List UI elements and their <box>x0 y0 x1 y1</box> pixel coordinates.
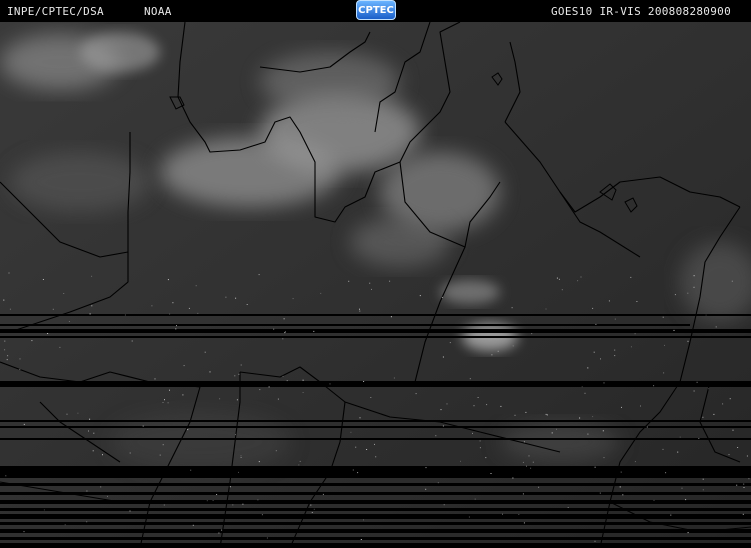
satellite-map <box>0 22 751 548</box>
image-header: INPE/CPTEC/DSA NOAA CPTEC GOES10 IR-VIS … <box>0 0 751 22</box>
cptec-logo: CPTEC <box>356 0 396 20</box>
organization-label: INPE/CPTEC/DSA <box>7 5 104 18</box>
agency-label: NOAA <box>144 5 172 18</box>
satellite-info-label: GOES10 IR-VIS 200808280900 <box>551 5 731 18</box>
